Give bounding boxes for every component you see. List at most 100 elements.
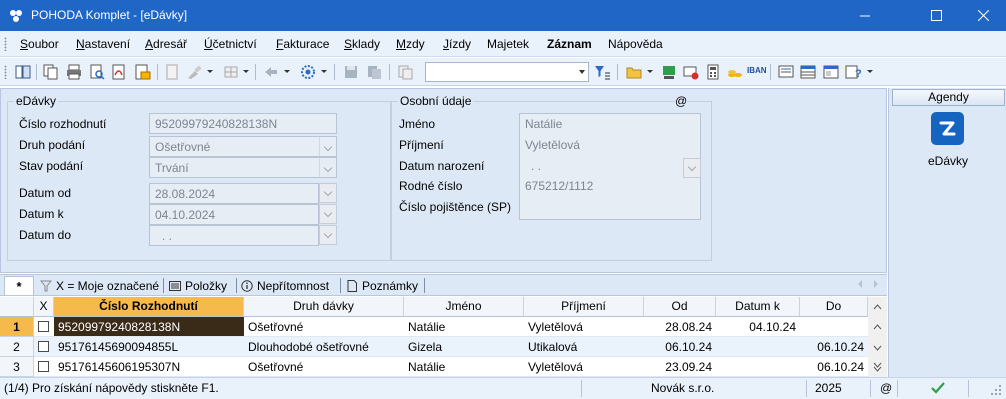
table-cell-od[interactable]: 06.10.24 (644, 337, 716, 357)
column-header-do[interactable]: Do (800, 297, 868, 317)
table-cell-druh[interactable]: Ošetřovné (244, 357, 404, 377)
menu-item-2[interactable]: Nastavení (76, 37, 130, 51)
datum-do-calendar-button[interactable] (319, 225, 337, 245)
duplicate-icon[interactable] (396, 63, 414, 81)
table-cell-jmeno[interactable]: Natálie (404, 317, 524, 337)
new-record-icon[interactable] (163, 63, 181, 81)
table-cell-cislo[interactable]: 95209979240828138N (54, 317, 244, 337)
druh-podani-select[interactable]: Ošetřovné (149, 136, 337, 157)
tab-scroll-left-icon[interactable] (858, 280, 862, 288)
dropdown-caret-icon[interactable] (321, 70, 327, 73)
tab-all[interactable]: * (4, 276, 34, 295)
filter-icon[interactable] (593, 63, 611, 81)
iban-icon[interactable]: IBAN (747, 66, 767, 84)
stav-podani-select[interactable]: Trvání (149, 157, 337, 178)
row-number[interactable]: 2 (0, 337, 34, 357)
row-checkbox[interactable] (38, 341, 49, 352)
dropdown-caret-icon[interactable] (284, 70, 290, 73)
table-cell-datum-k[interactable] (716, 337, 800, 357)
print-preview-icon[interactable] (88, 63, 106, 81)
status-email-icon[interactable]: @ (880, 381, 892, 395)
column-header-datum-k[interactable]: Datum k (716, 297, 800, 317)
grid-icon[interactable] (222, 63, 240, 81)
table-cell-prijmeni[interactable]: Vyletělová (524, 357, 644, 377)
agenda-panel-icon[interactable] (14, 63, 32, 81)
table-view-icon[interactable] (799, 63, 817, 81)
table-cell-do[interactable]: 06.10.24 (800, 357, 868, 377)
menu-item-3[interactable]: Adresář (145, 37, 187, 51)
save-copy-icon[interactable] (365, 63, 383, 81)
status-year[interactable]: 2025 (815, 381, 842, 395)
back-arrow-icon[interactable] (262, 63, 280, 81)
maximize-button[interactable] (913, 0, 959, 31)
datum-k-field[interactable]: 04.10.2024 (149, 204, 319, 225)
table-cell-druh[interactable]: Ošetřovné (244, 317, 404, 337)
dropdown-caret-icon[interactable] (647, 70, 653, 73)
table-cell-prijmeni[interactable]: Vyletělová (524, 317, 644, 337)
tab-poznamky[interactable]: Poznámky (346, 277, 418, 295)
rodne-cislo-value[interactable]: 675212/1112 (525, 179, 593, 193)
table-cell-cislo[interactable]: 95176145606195307N (54, 357, 244, 377)
column-header-od[interactable]: Od (644, 297, 716, 317)
row-checkbox[interactable] (38, 361, 49, 372)
scroll-bottom-icon[interactable] (868, 357, 887, 377)
dropdown-caret-icon[interactable] (207, 70, 213, 73)
datum-narozeni-calendar-button[interactable] (683, 158, 701, 178)
tab-scroll-right-icon[interactable] (874, 280, 878, 288)
jmeno-value[interactable]: Natálie (525, 117, 562, 131)
datum-do-field[interactable]: . . (149, 225, 319, 246)
datum-narozeni-value[interactable]: . . (531, 159, 541, 173)
column-header-druh-davky[interactable]: Druh dávky (244, 297, 404, 317)
document-list-icon[interactable] (777, 63, 795, 81)
tab-moje-oznacene[interactable]: X = Moje označené (40, 277, 159, 295)
table-cell-do[interactable]: 06.10.24 (800, 337, 868, 357)
quick-search-combo[interactable] (425, 62, 589, 82)
scroll-down-icon[interactable] (868, 338, 887, 358)
dropdown-caret-icon[interactable] (867, 70, 873, 73)
row-checkbox[interactable] (38, 321, 49, 332)
menu-item-7[interactable]: Mzdy (396, 37, 425, 51)
tab-polozky[interactable]: Položky (169, 277, 227, 295)
cislo-rozhodnuti-field[interactable]: 95209979240828138N (149, 113, 337, 134)
card-payment-icon[interactable] (682, 63, 700, 81)
copy-icon[interactable] (42, 63, 60, 81)
tab-nepritomnost[interactable]: Nepřítomnost (241, 277, 329, 295)
column-header-cislo-rozhodnuti[interactable]: Číslo Rozhodnutí (54, 297, 244, 317)
edavky-agenda-label[interactable]: eDávky (889, 154, 1006, 168)
table-cell-do[interactable] (800, 317, 868, 337)
table-cell-prijmeni[interactable]: Utikalová (524, 337, 644, 357)
table-cell-od[interactable]: 23.09.24 (644, 357, 716, 377)
minimize-button[interactable] (842, 0, 888, 31)
datum-k-calendar-button[interactable] (319, 204, 337, 224)
column-header-x[interactable]: X (34, 297, 54, 317)
close-button[interactable] (960, 0, 1006, 31)
table-cell-jmeno[interactable]: Natálie (404, 357, 524, 377)
save-icon[interactable] (342, 63, 360, 81)
column-header-jmeno[interactable]: Jméno (404, 297, 524, 317)
menu-item-6[interactable]: Sklady (344, 37, 380, 51)
menu-item-1[interactable]: Soubor (20, 37, 59, 51)
calculator-icon[interactable] (704, 63, 722, 81)
coins-icon[interactable] (726, 63, 744, 81)
folder-icon[interactable] (625, 63, 643, 81)
edavky-agenda-icon[interactable] (931, 112, 964, 145)
prijmeni-value[interactable]: Vyletělová (525, 138, 580, 152)
eet-icon[interactable] (660, 63, 678, 81)
table-cell-cislo[interactable]: 95176145690094855L (54, 337, 244, 357)
menu-item-5[interactable]: Fakturace (276, 37, 329, 51)
settings-gear-icon[interactable] (299, 63, 317, 81)
export-icon[interactable] (133, 63, 151, 81)
resize-grip-icon[interactable] (990, 384, 1002, 396)
pdf-icon[interactable] (110, 63, 128, 81)
email-at-icon[interactable]: @ (675, 94, 688, 108)
scroll-up-icon[interactable] (868, 297, 887, 317)
dropdown-caret-icon[interactable] (243, 70, 249, 73)
menu-item-4[interactable]: Účetnictví (204, 37, 257, 51)
menu-item-10[interactable]: Záznam (547, 37, 592, 51)
column-header-prijmeni[interactable]: Příjmení (524, 297, 644, 317)
scroll-up-icon[interactable] (868, 317, 887, 337)
help-icon[interactable]: ? (844, 63, 862, 81)
datum-od-calendar-button[interactable] (319, 183, 337, 203)
form-view-icon[interactable] (822, 63, 840, 81)
table-cell-druh[interactable]: Dlouhodobé ošetřovné (244, 337, 404, 357)
